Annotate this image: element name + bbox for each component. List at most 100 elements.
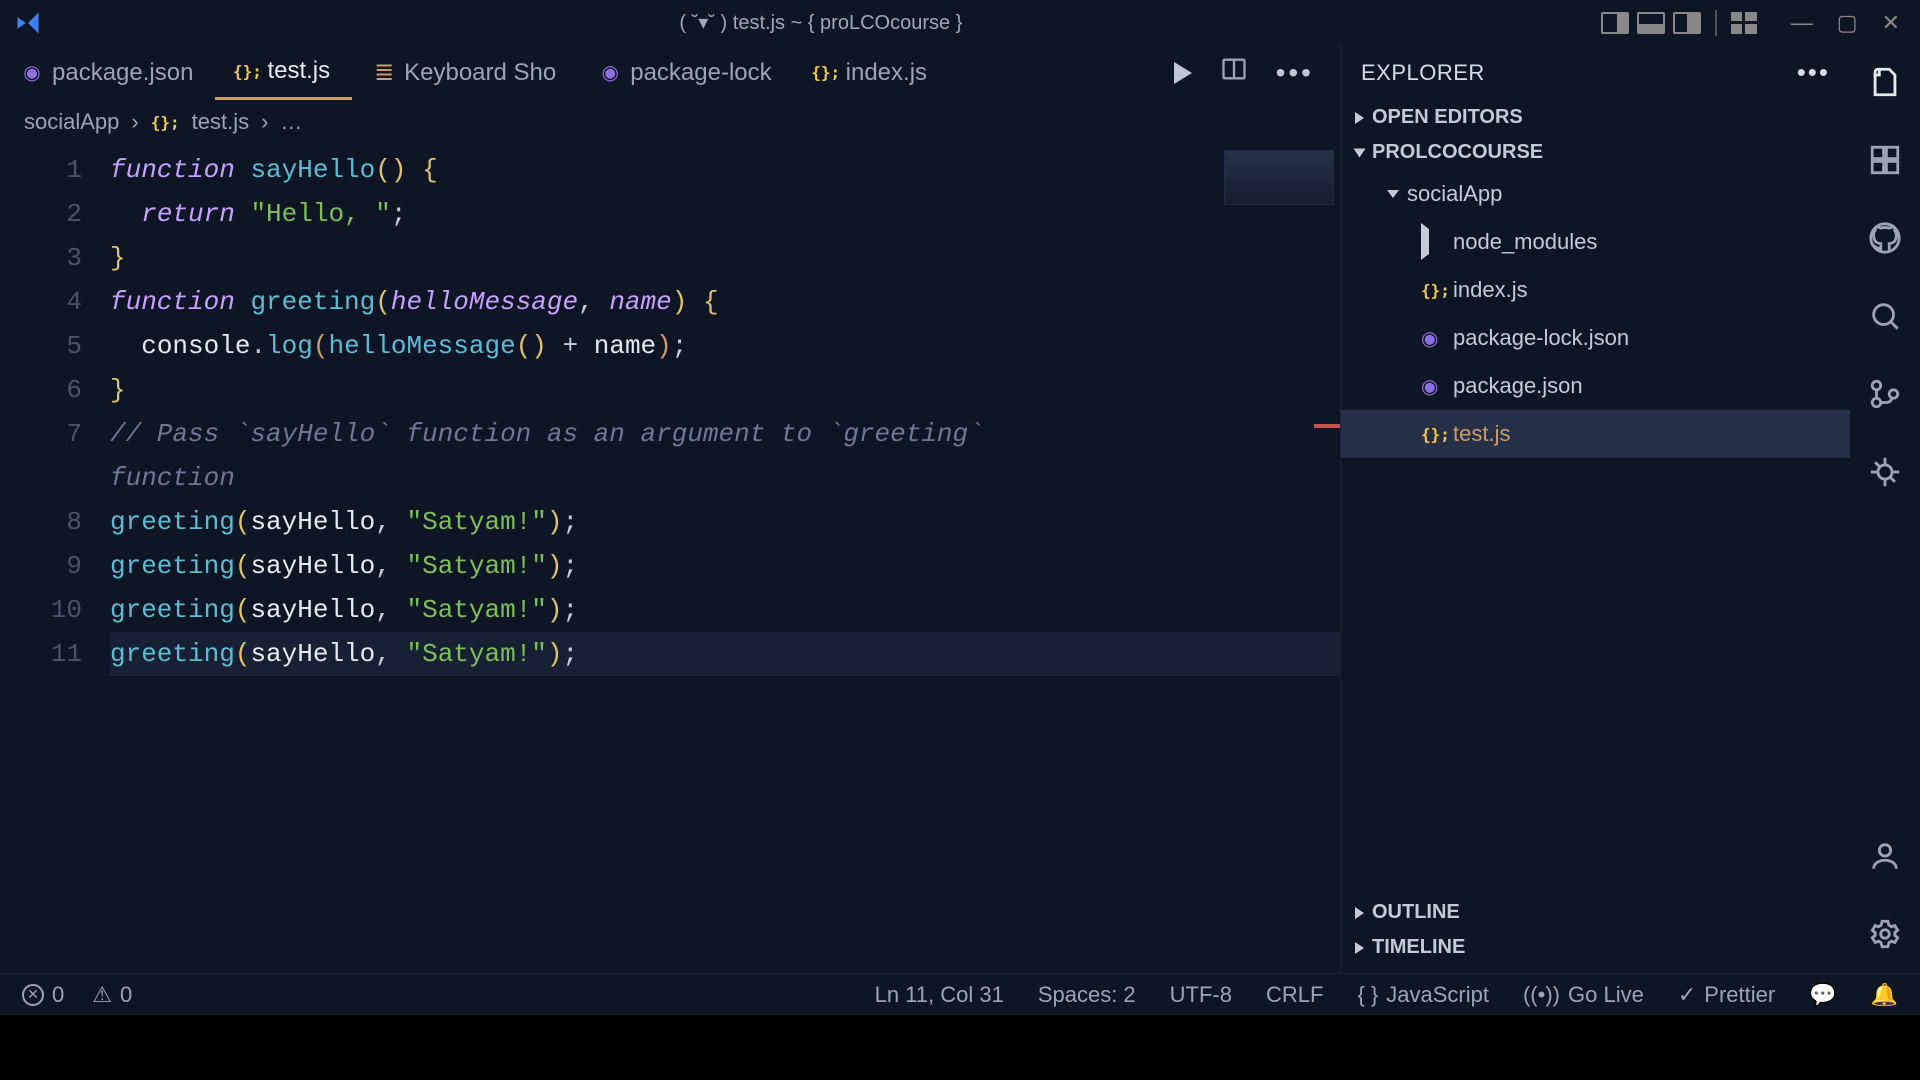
file-label: index.js — [1453, 277, 1528, 303]
window-titlebar: ( ˘▾˘ ) test.js ~ { proLCOcourse } — ▢ ✕ — [0, 0, 1920, 45]
status-eol[interactable]: CRLF — [1266, 982, 1323, 1008]
debug-activity-icon[interactable] — [1866, 453, 1904, 491]
code-line[interactable]: greeting(sayHello, "Satyam!"); — [110, 588, 1340, 632]
error-icon: ✕ — [22, 984, 44, 1006]
editor-tab[interactable]: {};index.js — [794, 45, 949, 100]
minimap[interactable] — [1224, 150, 1334, 205]
github-activity-icon[interactable] — [1866, 219, 1904, 257]
window-close-icon[interactable]: ✕ — [1882, 10, 1900, 36]
layout-panel-right-icon[interactable] — [1673, 12, 1701, 34]
tab-label: package.json — [52, 59, 193, 87]
status-bell-icon[interactable]: 🔔 — [1871, 982, 1898, 1008]
chevron-right-icon — [1421, 223, 1429, 260]
code-line[interactable]: greeting(sayHello, "Satyam!"); — [110, 500, 1340, 544]
status-errors[interactable]: ✕ 0 — [22, 982, 64, 1008]
editor-tab[interactable]: ◉package-lock — [578, 45, 793, 100]
activity-bar — [1850, 45, 1920, 973]
list-file-icon: ≣ — [374, 63, 394, 83]
check-icon: ✓ — [1678, 982, 1696, 1008]
file-tree-item[interactable]: ◉package.json — [1341, 362, 1850, 410]
separator — [1715, 10, 1717, 36]
chevron-down-icon — [1354, 148, 1366, 157]
json-file-icon: ◉ — [22, 63, 42, 83]
outline-section[interactable]: OUTLINE — [1341, 895, 1850, 930]
breadcrumb-tail[interactable]: … — [280, 109, 302, 135]
code-line[interactable]: function sayHello() { — [110, 148, 1340, 192]
file-tree-item[interactable]: {};test.js — [1341, 410, 1850, 458]
file-tree-item[interactable]: node_modules — [1341, 218, 1850, 266]
code-line[interactable]: return "Hello, "; — [110, 192, 1340, 236]
code-line[interactable]: } — [110, 236, 1340, 280]
window-minimize-icon[interactable]: — — [1791, 10, 1813, 36]
js-file-icon: {}; — [151, 113, 180, 132]
file-label: node_modules — [1453, 229, 1597, 255]
chevron-down-icon — [1387, 190, 1399, 198]
status-golive[interactable]: ((•)) Go Live — [1523, 982, 1644, 1008]
explorer-activity-icon[interactable] — [1866, 63, 1904, 101]
status-indent[interactable]: Spaces: 2 — [1038, 982, 1136, 1008]
status-feedback-icon[interactable]: 💬 — [1809, 982, 1836, 1008]
explorer-sidebar: EXPLORER ••• OPEN EDITORS PROLCOCOURSE s… — [1340, 45, 1850, 973]
workspace-section[interactable]: PROLCOCOURSE — [1341, 135, 1850, 170]
split-editor-icon[interactable] — [1220, 55, 1248, 90]
code-line[interactable]: function greeting(helloMessage, name) { — [110, 280, 1340, 324]
file-tree-item[interactable]: {}; index.js — [1341, 266, 1850, 314]
js-file-icon: {}; — [1421, 281, 1443, 300]
breadcrumb[interactable]: socialApp › {}; test.js › … — [0, 100, 1340, 144]
js-file-icon: {}; — [1421, 425, 1443, 444]
vscode-logo-icon — [0, 9, 55, 37]
code-content[interactable]: function sayHello() { return "Hello, ";}… — [110, 144, 1340, 973]
tab-label: Keyboard Sho — [404, 59, 556, 87]
file-tree-item[interactable]: ◉package-lock.json — [1341, 314, 1850, 362]
status-bar: ✕ 0 ⚠ 0 Ln 11, Col 31 Spaces: 2 UTF-8 CR… — [0, 973, 1920, 1015]
code-line[interactable]: } — [110, 368, 1340, 412]
code-line[interactable]: greeting(sayHello, "Satyam!"); — [110, 632, 1340, 676]
warning-icon: ⚠ — [92, 982, 112, 1008]
chevron-right-icon: › — [131, 109, 138, 135]
tree-folder[interactable]: socialApp — [1341, 170, 1850, 218]
json-file-icon: ◉ — [1421, 374, 1443, 399]
js-file-icon: {}; — [237, 61, 257, 81]
search-activity-icon[interactable] — [1866, 297, 1904, 335]
status-warnings[interactable]: ⚠ 0 — [92, 982, 132, 1008]
settings-activity-icon[interactable] — [1866, 915, 1904, 953]
code-line[interactable]: greeting(sayHello, "Satyam!"); — [110, 544, 1340, 588]
status-language[interactable]: { } JavaScript — [1357, 982, 1489, 1008]
line-gutter: 1234567891011 — [0, 144, 110, 973]
layout-panel-left-icon[interactable] — [1601, 12, 1629, 34]
layout-panel-bottom-icon[interactable] — [1637, 12, 1665, 34]
chevron-right-icon — [1355, 112, 1364, 124]
code-line[interactable]: // Pass `sayHello` function as an argume… — [110, 412, 1010, 500]
window-title: ( ˘▾˘ ) test.js ~ { proLCOcourse } — [55, 10, 1587, 35]
editor-tab[interactable]: ≣ Keyboard Sho — [352, 45, 578, 100]
braces-icon: { } — [1357, 982, 1378, 1008]
run-icon[interactable] — [1174, 62, 1192, 84]
json-file-icon: ◉ — [600, 63, 620, 83]
status-prettier[interactable]: ✓ Prettier — [1678, 982, 1775, 1008]
layout-grid-icon[interactable] — [1731, 12, 1757, 34]
editor-layout-controls — [1587, 10, 1771, 36]
tab-label: test.js — [267, 57, 330, 85]
source-control-activity-icon[interactable] — [1866, 375, 1904, 413]
editor-tab[interactable]: {}; test.js — [215, 45, 352, 100]
account-activity-icon[interactable] — [1866, 837, 1904, 875]
timeline-section[interactable]: TIMELINE — [1341, 930, 1850, 965]
folder-icon — [1421, 229, 1443, 255]
code-line[interactable]: console.log(helloMessage() + name); — [110, 324, 1340, 368]
json-file-icon: ◉ — [1421, 326, 1443, 351]
breadcrumb-root[interactable]: socialApp — [24, 109, 119, 135]
extensions-activity-icon[interactable] — [1866, 141, 1904, 179]
more-actions-icon[interactable]: ••• — [1276, 57, 1314, 89]
open-editors-section[interactable]: OPEN EDITORS — [1341, 100, 1850, 135]
explorer-more-icon[interactable]: ••• — [1797, 57, 1830, 88]
breadcrumb-file[interactable]: test.js — [192, 109, 249, 135]
editor-tab[interactable]: ◉ package.json — [0, 45, 215, 100]
js-file-icon: {}; — [816, 63, 836, 83]
broadcast-icon: ((•)) — [1523, 982, 1560, 1008]
code-editor[interactable]: 1234567891011 function sayHello() { retu… — [0, 144, 1340, 973]
window-maximize-icon[interactable]: ▢ — [1837, 10, 1858, 36]
chevron-right-icon — [1355, 907, 1364, 919]
explorer-title: EXPLORER — [1361, 60, 1485, 86]
status-encoding[interactable]: UTF-8 — [1170, 982, 1232, 1008]
status-cursor-pos[interactable]: Ln 11, Col 31 — [875, 982, 1004, 1008]
